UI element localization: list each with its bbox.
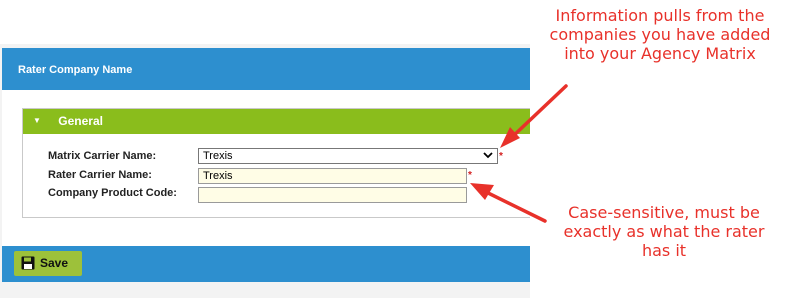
annotation-arrows [470, 84, 568, 223]
arrow-to-rater-carrier [470, 183, 547, 223]
arrow-to-matrix-carrier [500, 84, 568, 148]
